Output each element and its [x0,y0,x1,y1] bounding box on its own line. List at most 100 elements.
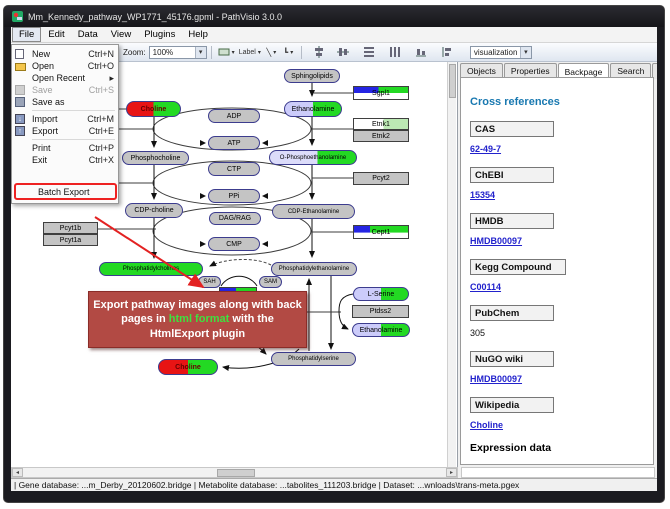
align-left-button[interactable] [440,45,455,60]
chevron-down-icon: ▾ [258,49,261,56]
node-sah[interactable]: SAH [198,276,221,288]
node-ethanolamine[interactable]: Ethanolamine [284,101,342,117]
datanode-icon [218,47,230,57]
xref-link-cas[interactable]: 62-49-7 [470,144,653,154]
menu-bar: File Edit Data View Plugins Help [11,27,657,43]
canvas-vertical-scrollbar[interactable] [447,62,456,467]
xref-section: NuGO wiki HMDB00097 [470,351,653,384]
annotation-callout: Export pathway images along with back pa… [88,291,307,348]
node-choline-selected[interactable]: Choline [158,359,218,375]
node-phosphatidylcholines[interactable]: Phosphatidylcholines [99,262,203,276]
menu-item-batch-export[interactable]: Batch Export [14,183,117,200]
scroll-left-icon[interactable]: ◂ [12,468,23,477]
menu-item-import[interactable]: ↓ ImportCtrl+M [12,113,118,125]
node-choline[interactable]: Choline [126,101,181,117]
chevron-down-icon[interactable]: ▾ [520,47,531,58]
status-text: | Gene database: ...m_Derby_20120602.bri… [14,480,519,490]
align-bottom-button[interactable] [414,45,429,60]
distribute-rows-button[interactable] [362,45,377,60]
node-cdp-choline[interactable]: CDP-choline [125,203,183,218]
node-sam[interactable]: SAM [259,276,282,288]
save-as-icon [15,97,27,107]
node-o-phosphoethanolamine[interactable]: O-Phosphoethanolamine [269,150,357,165]
app-window: Mm_Kennedy_pathway_WP1771_45176.gpml - P… [4,6,664,502]
xref-source-cas: CAS [470,121,554,137]
scroll-right-icon[interactable]: ▸ [446,468,457,477]
label-tool-button[interactable]: Label ▾ [238,45,262,60]
menu-help[interactable]: Help [182,28,214,41]
menu-view[interactable]: View [105,28,137,41]
right-sidebar: Objects Properties Backpage Search Legen… [458,62,657,467]
menu-item-print[interactable]: PrintCtrl+P [12,142,118,154]
status-bar: | Gene database: ...m_Derby_20120602.bri… [11,478,657,491]
node-adp[interactable]: ADP [208,109,260,123]
align-left-icon [441,46,453,58]
menu-item-save-as[interactable]: Save as [12,96,118,108]
node-pcyt2[interactable]: Pcyt2 [353,172,409,185]
canvas-horizontal-scrollbar[interactable]: ◂ ▸ [11,467,458,478]
distribute-columns-button[interactable] [388,45,403,60]
line-tool-icon: ╲ [266,48,271,57]
xref-section: HMDB HMDB00097 [470,213,653,246]
zoom-combobox[interactable]: 100% ▾ [149,46,207,59]
line-tool-button[interactable]: ╲ ▾ [264,45,279,60]
node-pcyt1a[interactable]: Pcyt1a [43,234,98,246]
distribute-columns-icon [389,46,401,58]
visualization-combobox[interactable]: visualization ▾ [470,46,532,59]
menu-data[interactable]: Data [72,28,104,41]
align-vertical-center-button[interactable] [312,45,327,60]
node-pcyt1b[interactable]: Pcyt1b [43,222,98,234]
chevron-down-icon: ▾ [273,49,276,56]
menu-file[interactable]: File [12,27,41,42]
callout-highlight: html format [169,313,230,325]
datanode-tool-button[interactable]: ▾ [217,45,236,60]
node-phosphatidylethanolamine[interactable]: Phosphatidylethanolamine [271,262,357,276]
xref-section: CAS 62-49-7 [470,121,653,154]
menu-plugins[interactable]: Plugins [138,28,181,41]
menu-item-new[interactable]: NewCtrl+N [12,48,118,60]
scrollbar-thumb[interactable] [449,64,456,98]
node-etnk1[interactable]: Etnk1 [353,118,409,130]
menu-item-export[interactable]: ↑ ExportCtrl+E [12,125,118,137]
export-icon: ↑ [15,126,27,136]
distribute-rows-icon [363,46,375,58]
align-horizontal-center-button[interactable] [336,45,351,60]
node-dag[interactable]: DAG/RAG [209,212,261,225]
node-phosphocholine[interactable]: Phosphocholine [122,151,189,165]
node-ptdss2[interactable]: Ptdss2 [352,305,409,318]
xref-link-wikipedia[interactable]: Choline [470,420,653,430]
xref-link-hmdb[interactable]: HMDB00097 [470,236,653,246]
menu-item-save: SaveCtrl+S [12,84,118,96]
chevron-down-icon[interactable]: ▾ [195,47,206,58]
node-ctp[interactable]: CTP [208,162,260,176]
menu-item-open[interactable]: OpenCtrl+O [12,60,118,72]
node-atp[interactable]: ATP [208,136,260,150]
xref-source-wikipedia: Wikipedia [470,397,554,413]
cross-references-heading: Cross references [470,96,653,108]
backpage-panel[interactable]: Cross references CAS 62-49-7 ChEBI 15354… [460,77,654,465]
xref-link-nugo[interactable]: HMDB00097 [470,374,653,384]
visualization-value: visualization [474,48,518,57]
scrollbar-thumb[interactable] [217,469,255,477]
node-l-serine[interactable]: L-Serine [353,287,409,301]
connector-tool-button[interactable]: ┗ ▾ [281,45,296,60]
zoom-label: Zoom: [123,48,146,57]
menu-item-exit[interactable]: ExitCtrl+X [12,154,118,166]
menu-edit[interactable]: Edit [42,28,70,41]
node-ethanolamine-2[interactable]: Ethanolamine [352,323,410,337]
title-bar[interactable]: Mm_Kennedy_pathway_WP1771_45176.gpml - P… [4,6,664,27]
node-cept1[interactable]: Cept1 [353,225,409,239]
node-ppi[interactable]: PPi [208,189,260,203]
node-cdp-ethanolamine[interactable]: CDP-Ethanolamine [272,204,355,219]
xref-link-kegg[interactable]: C00114 [470,282,653,292]
node-sgpl1[interactable]: Sgpl1 [353,86,409,100]
window-title: Mm_Kennedy_pathway_WP1771_45176.gpml - P… [28,12,282,22]
node-sphingolipids[interactable]: Sphingolipids [284,69,340,83]
node-cmp[interactable]: CMP [208,237,260,251]
xref-link-chebi[interactable]: 15354 [470,190,653,200]
menu-item-open-recent[interactable]: Open Recent ▸ [12,72,118,84]
xref-source-pubchem: PubChem [470,305,554,321]
node-etnk2[interactable]: Etnk2 [353,130,409,142]
node-phosphatidylserine[interactable]: Phosphatidylserine [271,352,356,366]
new-file-icon [15,49,27,59]
